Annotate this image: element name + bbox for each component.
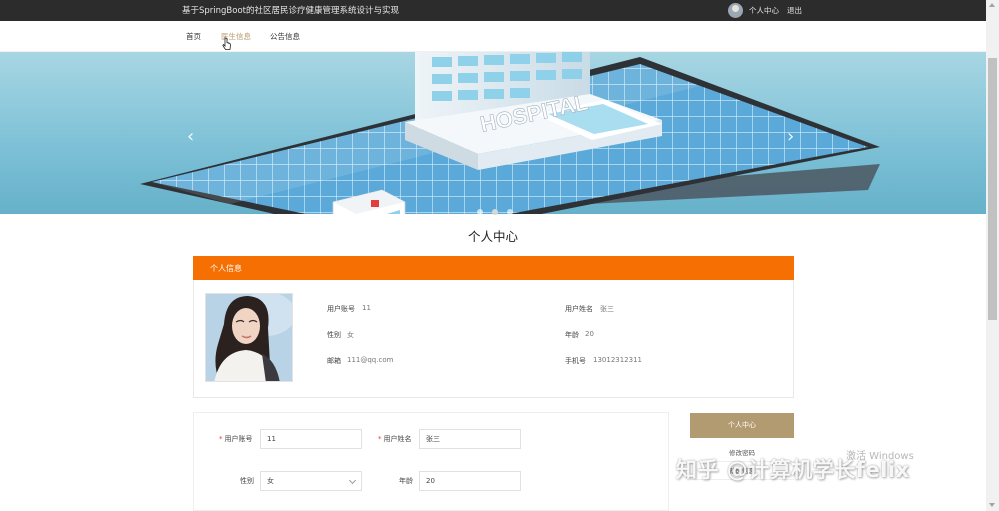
top-bar: 基于SpringBoot的社区居民诊疗健康管理系统设计与实现 个人中心 退出 xyxy=(0,0,986,21)
profile-edit-form xyxy=(193,412,669,511)
site-title: 基于SpringBoot的社区居民诊疗健康管理系统设计与实现 xyxy=(182,6,399,16)
logout-link[interactable]: 退出 xyxy=(787,5,802,16)
gender-value: 女 xyxy=(347,331,354,339)
page-title: 个人中心 xyxy=(467,229,518,244)
page-scrollbar[interactable] xyxy=(986,0,999,511)
required-mark: * xyxy=(219,435,223,443)
hero-carousel[interactable]: HOSPITAL ‹ › xyxy=(0,52,986,214)
email-value: 111@qq.com xyxy=(347,356,394,364)
gender-select-value: 女 xyxy=(267,477,274,485)
form-account-label-text: 用户账号 xyxy=(224,435,253,443)
profile-card-header: 个人信息 xyxy=(193,256,794,280)
main-nav: 首页 医生信息 公告信息 xyxy=(0,21,986,52)
nav-item-notices[interactable]: 公告信息 xyxy=(270,31,300,42)
form-name-label: * 用户姓名 xyxy=(378,434,412,444)
account-value: 11 xyxy=(362,304,371,312)
mouse-cursor-icon xyxy=(222,37,231,50)
carousel-prev-arrow-icon[interactable]: ‹ xyxy=(187,128,194,146)
user-portrait-image xyxy=(206,294,292,381)
phone-label: 手机号 xyxy=(565,357,586,365)
chevron-down-icon xyxy=(348,476,357,485)
form-name-label-text: 用户姓名 xyxy=(383,435,412,443)
side-menu-user-center[interactable]: 个人中心 xyxy=(690,413,794,438)
carousel-dot[interactable] xyxy=(507,209,514,215)
form-age-label: 年龄 xyxy=(399,477,413,485)
scroll-thumb[interactable] xyxy=(988,58,997,320)
zhihu-watermark: 知乎 @计算机学长felix xyxy=(676,458,910,482)
scroll-up-icon[interactable] xyxy=(989,3,995,7)
required-mark: * xyxy=(378,435,382,443)
name-label: 用户姓名 xyxy=(565,305,593,313)
user-center-link[interactable]: 个人中心 xyxy=(749,5,779,16)
nav-item-home[interactable]: 首页 xyxy=(186,31,201,42)
scroll-down-icon[interactable] xyxy=(989,503,995,507)
age-label: 年龄 xyxy=(565,331,579,339)
hospital-illustration: HOSPITAL xyxy=(140,52,880,214)
carousel-indicators xyxy=(477,200,517,219)
profile-photo xyxy=(205,293,293,382)
account-input[interactable]: 11 xyxy=(260,429,362,449)
carousel-dot[interactable] xyxy=(477,209,483,215)
form-gender-label: 性别 xyxy=(240,477,254,485)
phone-value: 13012312311 xyxy=(593,356,642,364)
carousel-next-arrow-icon[interactable]: › xyxy=(787,128,794,146)
name-value: 张三 xyxy=(600,305,614,313)
form-account-label: * 用户账号 xyxy=(219,434,253,444)
user-avatar-icon[interactable] xyxy=(728,3,743,18)
account-label: 用户账号 xyxy=(327,305,355,313)
profile-card-title: 个人信息 xyxy=(210,264,242,273)
page: 基于SpringBoot的社区居民诊疗健康管理系统设计与实现 个人中心 退出 首… xyxy=(0,0,999,511)
name-input[interactable]: 张三 xyxy=(419,429,521,449)
age-input[interactable]: 20 xyxy=(419,471,521,491)
email-label: 邮箱 xyxy=(327,357,341,365)
gender-label: 性别 xyxy=(327,331,341,339)
carousel-dot[interactable] xyxy=(492,209,499,215)
age-value: 20 xyxy=(585,330,594,338)
gender-select[interactable]: 女 xyxy=(260,471,362,491)
